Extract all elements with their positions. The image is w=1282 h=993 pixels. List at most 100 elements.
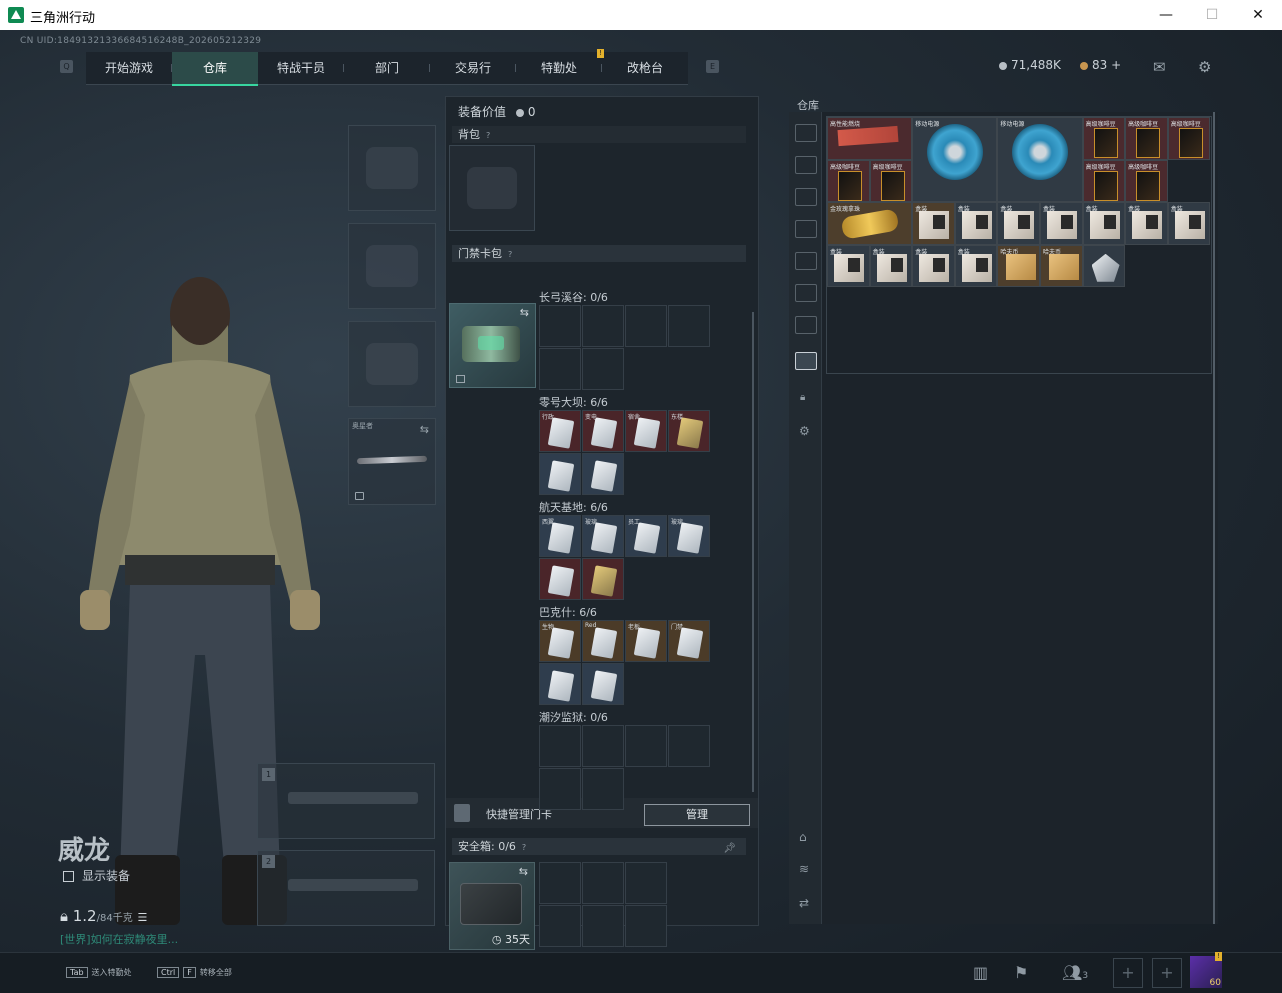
safebox-cell[interactable] bbox=[625, 905, 667, 947]
add-currency-button[interactable]: + bbox=[1111, 58, 1121, 72]
keycard-item[interactable]: Red bbox=[582, 620, 624, 662]
invite-slot-2-button[interactable]: + bbox=[1152, 958, 1182, 988]
warehouse-item[interactable]: 盒装 bbox=[1082, 202, 1126, 245]
mail-icon[interactable]: ✉ bbox=[1153, 58, 1166, 76]
warehouse-item[interactable]: 盒装 bbox=[912, 202, 955, 245]
keycard-item[interactable]: 老板 bbox=[625, 620, 667, 662]
warehouse-scrollbar[interactable] bbox=[1213, 112, 1215, 924]
keycard-item[interactable] bbox=[582, 558, 624, 600]
warehouse-item[interactable]: 金玫瑰拿珠 bbox=[827, 202, 913, 245]
warehouse-item[interactable]: 高级咖啡豆 bbox=[1167, 117, 1211, 160]
tab-start-game[interactable]: 开始游戏 bbox=[86, 52, 172, 84]
settings-gear-icon[interactable]: ⚙ bbox=[799, 424, 810, 438]
storage-tab-3-icon[interactable] bbox=[795, 220, 817, 238]
keycard-item[interactable]: 玻璃 bbox=[668, 515, 710, 557]
warehouse-item[interactable]: 盒装 bbox=[827, 244, 870, 288]
keycard-slot[interactable] bbox=[582, 725, 624, 767]
keycard-item[interactable] bbox=[539, 453, 581, 495]
warehouse-item[interactable]: 高级咖啡豆 bbox=[827, 159, 870, 203]
swap-icon[interactable]: ⇆ bbox=[519, 865, 528, 878]
primary-weapon-slot[interactable]: 1 bbox=[257, 763, 435, 839]
storage-tab-5-icon[interactable] bbox=[795, 284, 817, 302]
silver-currency[interactable]: 71,488K bbox=[999, 58, 1061, 72]
warehouse-item[interactable]: 盒装 bbox=[954, 202, 998, 245]
storage-tab-7-icon[interactable] bbox=[795, 352, 817, 370]
tab-trading[interactable]: 交易行 bbox=[430, 52, 516, 84]
warehouse-item[interactable]: 哈夫币 bbox=[1039, 244, 1083, 288]
keycard-slot[interactable] bbox=[582, 305, 624, 347]
keycard-item[interactable]: 东楼 bbox=[668, 410, 710, 452]
tab-warehouse[interactable]: 仓库 bbox=[172, 52, 258, 86]
minimize-button[interactable]: — bbox=[1146, 3, 1186, 27]
warehouse-item[interactable]: 移动电源 bbox=[997, 117, 1083, 203]
warehouse-item[interactable]: 盒装 bbox=[997, 202, 1040, 245]
keycard-slot[interactable] bbox=[582, 348, 624, 390]
safebox-cell[interactable] bbox=[582, 905, 624, 947]
send-to-special-ops-hint[interactable]: Tab 送入特勤处 bbox=[66, 967, 132, 978]
storage-tab-4-icon[interactable] bbox=[795, 252, 817, 270]
swap-icon[interactable]: ⇆ bbox=[420, 423, 429, 436]
keycard-slot[interactable] bbox=[668, 725, 710, 767]
storage-tab-all-icon[interactable] bbox=[795, 124, 817, 142]
secondary-weapon-slot[interactable]: 2 bbox=[257, 850, 435, 926]
swap-icon[interactable]: ⇆ bbox=[520, 306, 529, 319]
player-avatar[interactable]: ! 60 bbox=[1190, 952, 1222, 988]
warehouse-item[interactable]: 哈夫币 bbox=[997, 244, 1040, 288]
transfer-all-hint[interactable]: Ctrl F 转移全部 bbox=[157, 967, 232, 978]
team-icon[interactable]: 👥︎3 bbox=[1062, 963, 1088, 982]
warehouse-item[interactable]: 盒装 bbox=[912, 244, 955, 288]
keycard-slot[interactable] bbox=[625, 725, 667, 767]
keycard-slot[interactable] bbox=[668, 305, 710, 347]
list-icon[interactable]: ☰ bbox=[137, 911, 147, 924]
tab-special-ops[interactable]: 特勤处 bbox=[516, 52, 602, 84]
warehouse-item[interactable]: 盒装 bbox=[1039, 202, 1083, 245]
close-button[interactable]: ✕ bbox=[1238, 3, 1278, 27]
sort-icon[interactable]: ⌂ bbox=[799, 830, 807, 844]
keycard-item[interactable] bbox=[539, 663, 581, 705]
settings-gear-icon[interactable]: ⚙ bbox=[1198, 58, 1211, 76]
keycard-holder[interactable]: ⇆ bbox=[449, 303, 536, 388]
storage-tab-2-icon[interactable] bbox=[795, 188, 817, 206]
pistol-slot[interactable] bbox=[348, 321, 436, 407]
warehouse-item[interactable]: 盒装 bbox=[1125, 202, 1168, 245]
keycard-item[interactable]: 西翼 bbox=[539, 515, 581, 557]
warehouse-item[interactable]: 盒装 bbox=[1167, 202, 1211, 245]
storage-tab-6-icon[interactable] bbox=[795, 316, 817, 334]
keycard-slot[interactable] bbox=[539, 348, 581, 390]
warehouse-item[interactable]: 高级咖啡豆 bbox=[1125, 117, 1168, 160]
warehouse-item[interactable]: 高性能燃烧 bbox=[827, 117, 913, 160]
warehouse-item[interactable]: 高级咖啡豆 bbox=[1082, 117, 1126, 160]
armor-slot[interactable] bbox=[348, 223, 436, 309]
layers-icon[interactable]: ≋ bbox=[799, 862, 809, 876]
stats-chart-icon[interactable]: ▥ bbox=[973, 963, 988, 982]
checkbox-icon[interactable] bbox=[63, 871, 74, 882]
warehouse-item[interactable]: 高级咖啡豆 bbox=[869, 159, 913, 203]
keycard-item[interactable]: 生物 bbox=[539, 620, 581, 662]
keycard-item[interactable]: 行政 bbox=[539, 410, 581, 452]
keycard-item[interactable]: 门禁 bbox=[668, 620, 710, 662]
tab-department[interactable]: 部门 bbox=[344, 52, 430, 84]
melee-slot[interactable]: 奥星者 ⇆ bbox=[348, 418, 436, 505]
safebox-slot[interactable]: ⇆ ◷ 35天 bbox=[449, 862, 535, 950]
loadout-scrollbar[interactable] bbox=[752, 312, 754, 792]
keycard-slot[interactable] bbox=[625, 305, 667, 347]
storage-tab-1-icon[interactable] bbox=[795, 156, 817, 174]
keycard-slot[interactable] bbox=[539, 768, 581, 810]
keycard-slot[interactable] bbox=[539, 305, 581, 347]
warehouse-item[interactable] bbox=[1082, 244, 1126, 288]
chat-preview[interactable]: [世界]如何在寂静夜里... bbox=[60, 931, 178, 947]
keycard-item[interactable] bbox=[582, 663, 624, 705]
maximize-button[interactable]: ☐ bbox=[1192, 3, 1232, 27]
keycard-slot[interactable] bbox=[582, 768, 624, 810]
safebox-cell[interactable] bbox=[582, 862, 624, 904]
warehouse-item[interactable]: 高级咖啡豆 bbox=[1082, 159, 1126, 203]
keycard-item[interactable]: 玻璃 bbox=[582, 515, 624, 557]
keycard-item[interactable]: 宿舍 bbox=[625, 410, 667, 452]
backpack-slot[interactable] bbox=[449, 145, 535, 231]
warehouse-item[interactable]: 移动电源 bbox=[912, 117, 998, 203]
gold-currency[interactable]: 83 + bbox=[1080, 58, 1121, 72]
keycard-item[interactable] bbox=[539, 558, 581, 600]
safebox-cell[interactable] bbox=[539, 905, 581, 947]
transfer-icon[interactable]: ⇄ bbox=[799, 896, 809, 910]
safebox-cell[interactable] bbox=[625, 862, 667, 904]
